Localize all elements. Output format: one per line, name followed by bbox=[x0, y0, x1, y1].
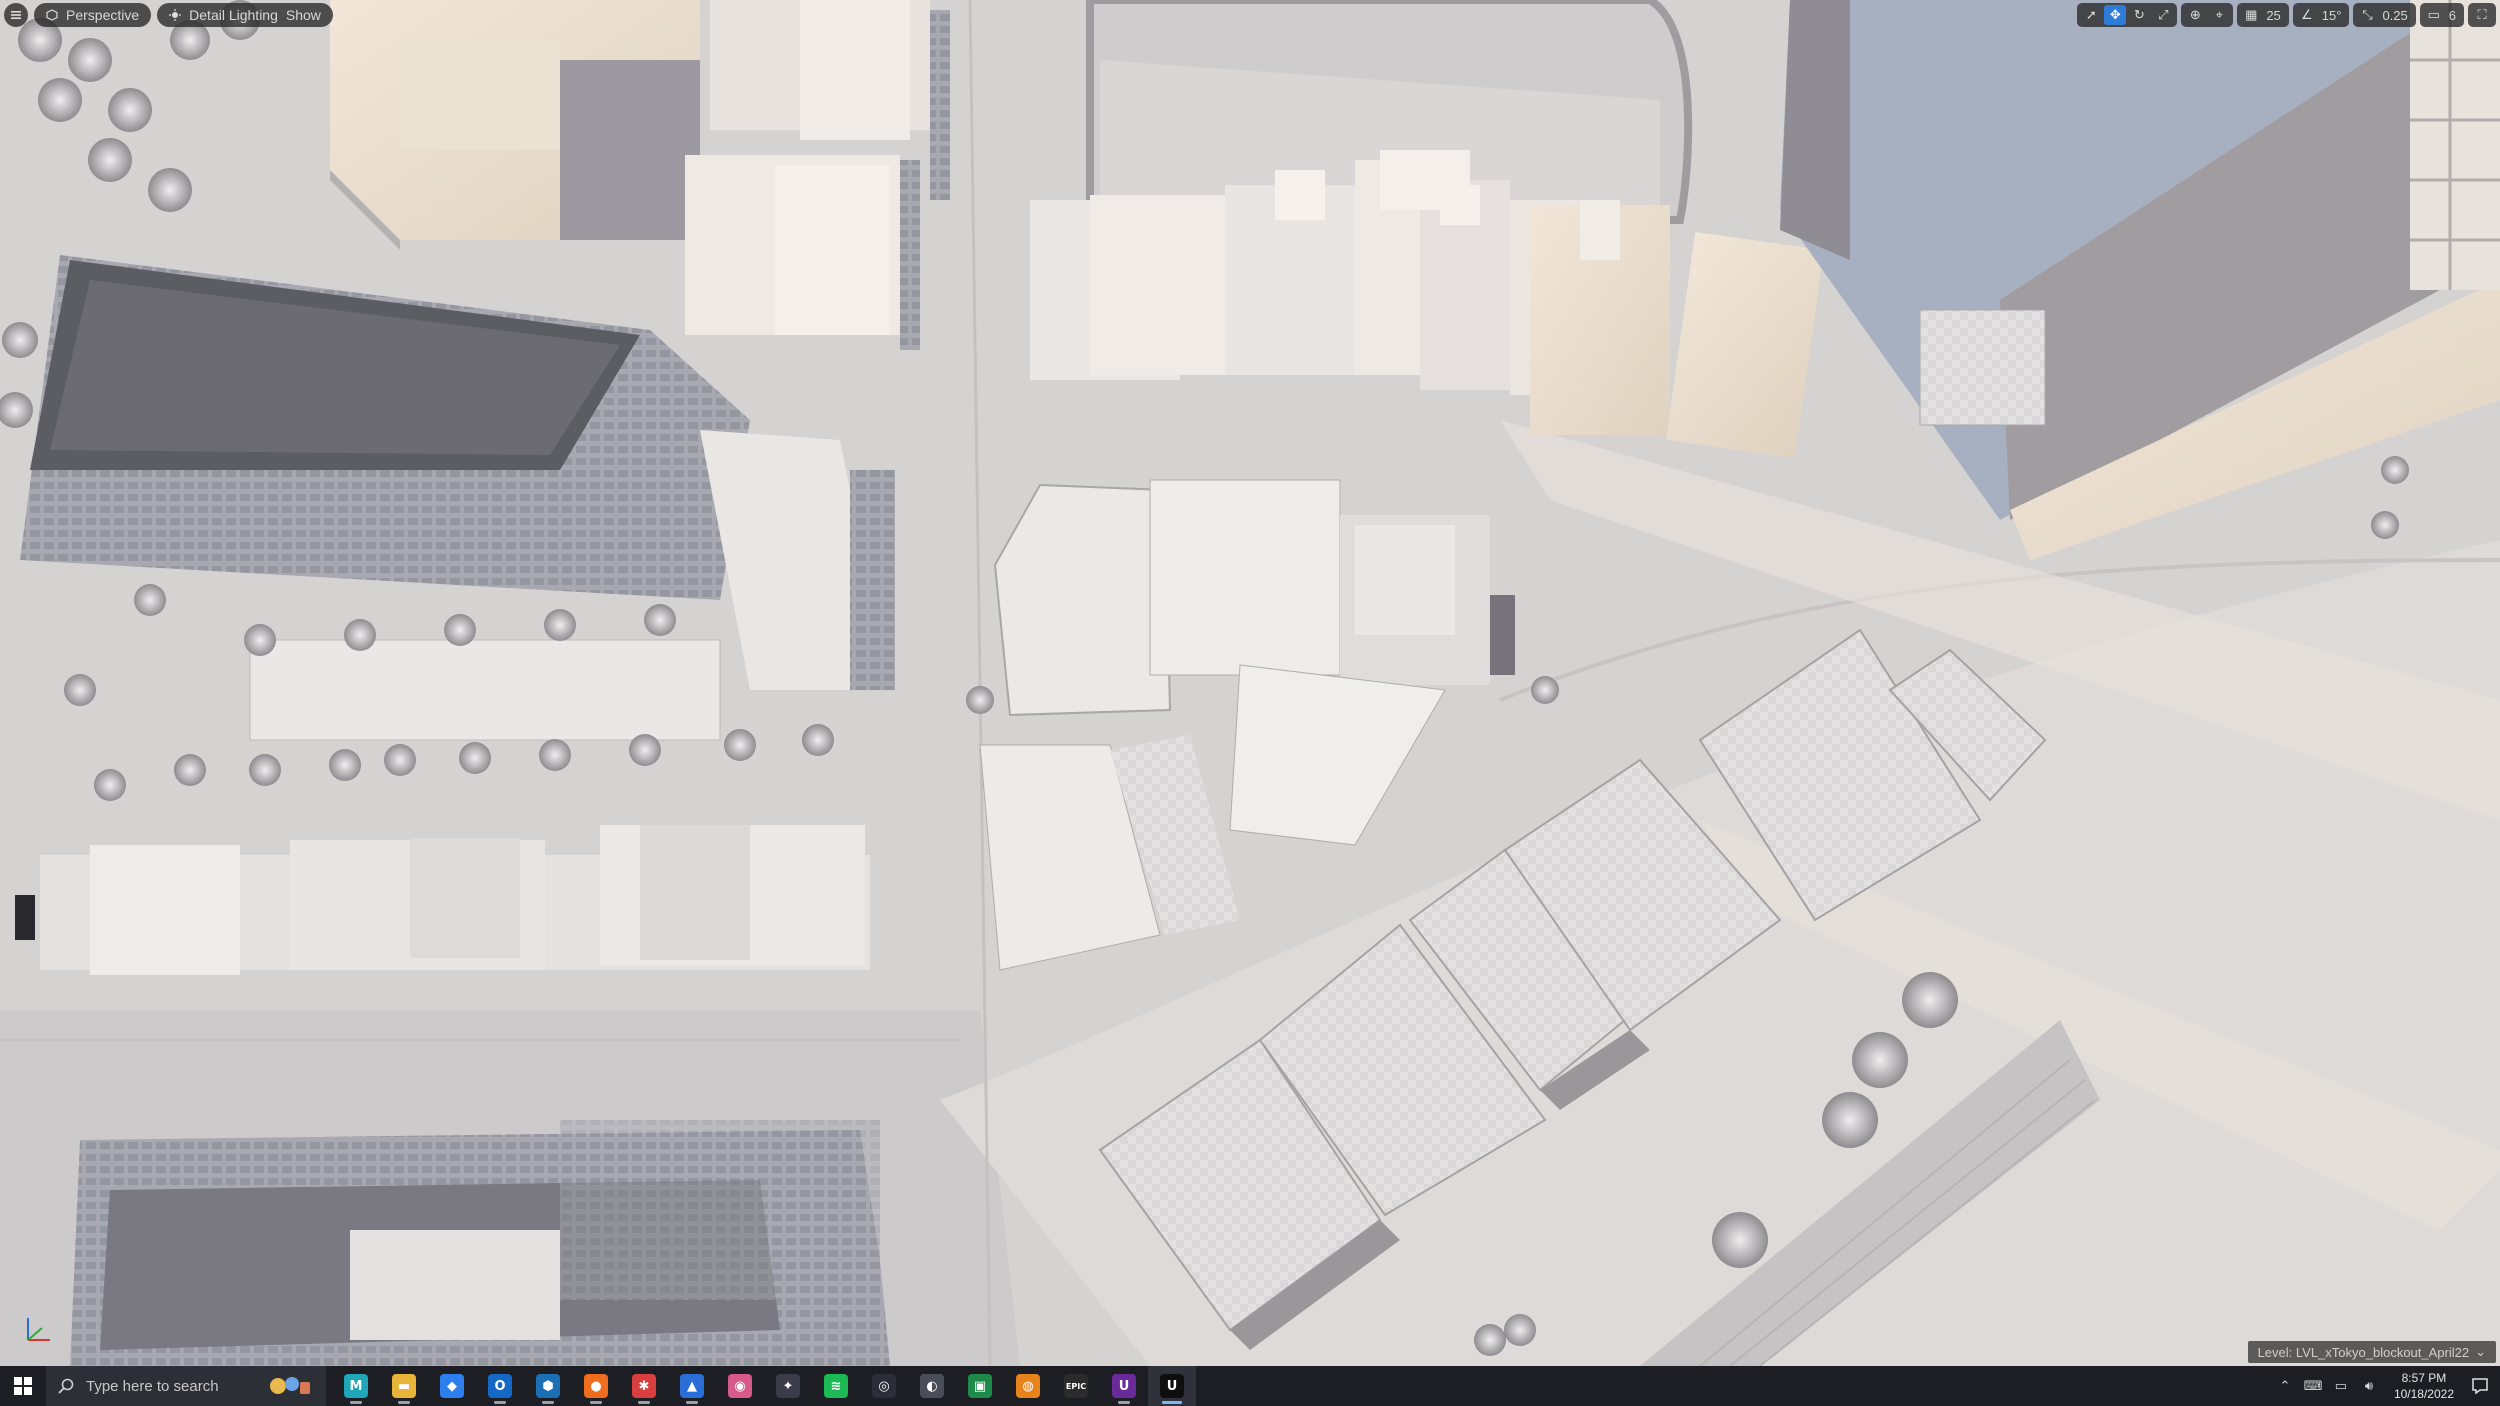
cube-icon bbox=[46, 9, 58, 21]
taskbar-app-davinci[interactable]: ✦ bbox=[764, 1366, 812, 1406]
hamburger-icon bbox=[11, 11, 21, 19]
axis-gizmo bbox=[27, 1318, 50, 1341]
file-explorer-icon: ▬ bbox=[392, 1374, 416, 1398]
firefox-icon: ● bbox=[584, 1374, 608, 1398]
lighting-icon bbox=[169, 9, 182, 21]
steam-icon: ◎ bbox=[872, 1374, 896, 1398]
taskbar-app-unreal-purple[interactable]: U bbox=[1100, 1366, 1148, 1406]
level-name-label[interactable]: Level: LVL_xTokyo_blockout_April22 ⌄ bbox=[2247, 1341, 2496, 1363]
app-icon: ⬢ bbox=[536, 1374, 560, 1398]
taskbar-app-photos[interactable]: ▲ bbox=[668, 1366, 716, 1406]
taskbar-app-outlook[interactable]: O bbox=[476, 1366, 524, 1406]
taskbar-app-blender[interactable]: ◍ bbox=[1004, 1366, 1052, 1406]
rotate-icon[interactable]: ↻ bbox=[2128, 5, 2150, 25]
maximize-icon[interactable]: ⛶ bbox=[2471, 5, 2493, 25]
taskbar-app-paint[interactable]: ◉ bbox=[716, 1366, 764, 1406]
taskbar-app-steam[interactable]: ◎ bbox=[860, 1366, 908, 1406]
grid-snap-value[interactable]: 25 bbox=[2264, 8, 2285, 23]
photo-icon: ▣ bbox=[968, 1374, 992, 1398]
maximize-group[interactable]: ⛶ bbox=[2468, 3, 2496, 27]
taskbar-app-substance[interactable]: ✱ bbox=[620, 1366, 668, 1406]
epic-icon: EPIC bbox=[1064, 1374, 1088, 1398]
taskbar-app-epic[interactable]: EPIC bbox=[1052, 1366, 1100, 1406]
select-icon[interactable]: ➚ bbox=[2080, 5, 2102, 25]
defender-icon: ◆ bbox=[440, 1374, 464, 1398]
world-local-icon[interactable]: ⊕ bbox=[2184, 5, 2206, 25]
taskbar-app-defender[interactable]: ◆ bbox=[428, 1366, 476, 1406]
view-mode-button[interactable]: Detail Lighting Show bbox=[157, 3, 333, 27]
search-icon bbox=[58, 1378, 74, 1394]
photos-icon: ▲ bbox=[680, 1374, 704, 1398]
chevron-down-icon: ⌄ bbox=[2475, 1344, 2486, 1359]
clock-date: 10/18/2022 bbox=[2393, 1387, 2454, 1401]
taskbar-app-photo[interactable]: ▣ bbox=[956, 1366, 1004, 1406]
viewport-toolbar-right: ➚ ✥ ↻ ⤢ ⊕ ⌖ ▦ 25 ∠ 15° ⤡ 0.25 ▭ 6 ⛶ bbox=[2077, 3, 2496, 27]
network-icon[interactable]: ⌨ bbox=[2304, 1377, 2323, 1395]
chevron-up-icon[interactable]: ⌃ bbox=[2276, 1377, 2294, 1395]
outlook-icon: O bbox=[488, 1374, 512, 1398]
camera-icon[interactable]: ▭ bbox=[2423, 5, 2445, 25]
level-name-text: Level: LVL_xTokyo_blockout_April22 bbox=[2257, 1344, 2470, 1360]
scale-icon[interactable]: ⤢ bbox=[2152, 5, 2174, 25]
camera-speed-group[interactable]: ▭ 6 bbox=[2419, 3, 2464, 27]
paint-icon: ◉ bbox=[728, 1374, 752, 1398]
start-button[interactable] bbox=[0, 1366, 46, 1406]
taskbar-app-app[interactable]: ⬢ bbox=[524, 1366, 572, 1406]
surface-snap-icon[interactable]: ⌖ bbox=[2208, 5, 2230, 25]
viewport-toolbar-left: Perspective Detail Lighting Show bbox=[4, 3, 333, 27]
search-highlight-icon bbox=[270, 1377, 310, 1394]
app2-icon: ◐ bbox=[920, 1374, 944, 1398]
windows-logo-icon bbox=[14, 1377, 32, 1395]
display-icon[interactable]: ▭ bbox=[2332, 1377, 2350, 1395]
spotify-icon: ≋ bbox=[824, 1374, 848, 1398]
perspective-label: Perspective bbox=[66, 7, 140, 23]
taskbar-app-file-explorer[interactable]: ▬ bbox=[380, 1366, 428, 1406]
camera-speed-value[interactable]: 6 bbox=[2447, 8, 2461, 23]
search-placeholder: Type here to search bbox=[86, 1377, 219, 1395]
scale-snap-value[interactable]: 0.25 bbox=[2380, 8, 2412, 23]
lighting-label: Detail Lighting bbox=[189, 7, 278, 23]
unreal-engine-icon: U bbox=[1160, 1374, 1184, 1398]
viewport-options-button[interactable] bbox=[4, 3, 28, 27]
translate-icon[interactable]: ✥ bbox=[2104, 5, 2127, 25]
rotation-snap-group[interactable]: ∠ 15° bbox=[2292, 3, 2350, 27]
blender-icon: ◍ bbox=[1016, 1374, 1040, 1398]
coordinate-group: ⊕ ⌖ bbox=[2181, 3, 2234, 27]
system-tray: ⌃ ⌨ ▭ 🔊︎ 8:57 PM 10/18/2022 bbox=[2276, 1366, 2500, 1406]
notification-icon[interactable] bbox=[2470, 1376, 2490, 1396]
transform-tools-group: ➚ ✥ ↻ ⤢ bbox=[2077, 3, 2178, 27]
taskbar-apps: M ▬ ◆ O ⬢ ● ✱ ▲ ◉ ✦ ≋ ◎ ◐ ▣ ◍ EPIC U U bbox=[332, 1366, 1196, 1406]
volume-icon[interactable]: 🔊︎ bbox=[2360, 1377, 2378, 1395]
show-label[interactable]: Show bbox=[286, 7, 321, 23]
grid-snap-group[interactable]: ▦ 25 bbox=[2237, 3, 2289, 27]
taskbar-app-spotify[interactable]: ≋ bbox=[812, 1366, 860, 1406]
taskbar-app-unreal-engine[interactable]: U bbox=[1148, 1366, 1196, 1406]
clock-time: 8:57 PM bbox=[2401, 1371, 2447, 1385]
davinci-icon: ✦ bbox=[776, 1374, 800, 1398]
scale-snap-icon[interactable]: ⤡ bbox=[2356, 5, 2378, 25]
taskbar-app-firefox[interactable]: ● bbox=[572, 1366, 620, 1406]
maya-icon: M bbox=[344, 1374, 368, 1398]
scale-snap-group[interactable]: ⤡ 0.25 bbox=[2353, 3, 2416, 27]
taskbar: Type here to search M ▬ ◆ O ⬢ ● ✱ ▲ ◉ ✦ ≋ ◎ ◐ ▣ ◍ EPIC U… bbox=[0, 1366, 2500, 1406]
perspective-view-button[interactable]: Perspective bbox=[34, 3, 152, 27]
clock[interactable]: 8:57 PM 10/18/2022 bbox=[2388, 1370, 2460, 1402]
level-viewport[interactable]: Perspective Detail Lighting Show ➚ ✥ ↻ ⤢… bbox=[0, 0, 2500, 1366]
taskbar-app-app2[interactable]: ◐ bbox=[908, 1366, 956, 1406]
taskbar-search-box[interactable]: Type here to search bbox=[46, 1366, 326, 1406]
scene-render[interactable] bbox=[0, 0, 2500, 1366]
rotation-snap-value[interactable]: 15° bbox=[2320, 8, 2347, 23]
substance-icon: ✱ bbox=[632, 1374, 656, 1398]
grid-snap-icon[interactable]: ▦ bbox=[2240, 5, 2262, 25]
unreal-purple-icon: U bbox=[1112, 1374, 1136, 1398]
taskbar-app-maya[interactable]: M bbox=[332, 1366, 380, 1406]
angle-snap-icon[interactable]: ∠ bbox=[2296, 5, 2318, 25]
